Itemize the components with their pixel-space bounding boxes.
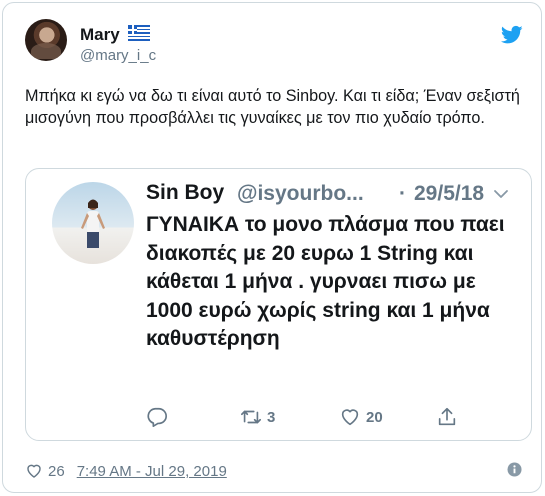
reply-button[interactable] xyxy=(146,405,168,429)
chevron-down-icon[interactable] xyxy=(492,185,510,203)
heart-icon[interactable] xyxy=(25,462,43,480)
twitter-bird-icon[interactable] xyxy=(501,25,523,45)
tweet-footer: 26 7:49 AM - Jul 29, 2019 xyxy=(25,461,525,481)
footer-like-count: 26 xyxy=(48,462,65,480)
quoted-action-bar: 3 20 xyxy=(26,405,531,431)
info-icon[interactable] xyxy=(507,462,522,477)
share-icon xyxy=(438,407,456,426)
like-count: 20 xyxy=(366,408,383,426)
quoted-author-handle[interactable]: @isyourbo... xyxy=(237,182,364,206)
share-button[interactable] xyxy=(436,405,458,429)
quoted-tweet-text: ΓΥΝΑΙΚΑ το μονο πλάσμα που παει διακοπές… xyxy=(146,213,505,350)
author-name[interactable]: Mary xyxy=(80,25,120,45)
heart-icon xyxy=(341,409,359,426)
tweet-text: Μπήκα κι εγώ να δω τι είναι αυτό το Sinb… xyxy=(25,87,520,127)
quoted-author-name[interactable]: Sin Boy xyxy=(146,181,224,205)
author-avatar[interactable] xyxy=(25,19,67,61)
author-handle[interactable]: @mary_i_c xyxy=(80,47,156,64)
quoted-tweet[interactable]: Sin Boy @isyourbo... · 29/5/18 ΓΥΝΑΙΚΑ τ… xyxy=(25,168,532,441)
quoted-separator: · xyxy=(399,182,406,205)
like-button[interactable]: 20 xyxy=(339,405,383,429)
tweet-timestamp[interactable]: 7:49 AM - Jul 29, 2019 xyxy=(77,463,227,480)
greece-flag-icon xyxy=(128,25,150,41)
quoted-date[interactable]: 29/5/18 xyxy=(414,182,484,206)
retweet-count: 3 xyxy=(267,408,276,426)
reply-icon xyxy=(147,407,167,427)
retweet-icon xyxy=(241,410,261,424)
retweet-button[interactable]: 3 xyxy=(240,405,275,429)
tweet-card: Mary @mary_i_c Μπήκα κι εγώ να δω τι είν… xyxy=(2,2,542,493)
quoted-author-avatar[interactable] xyxy=(52,182,134,264)
